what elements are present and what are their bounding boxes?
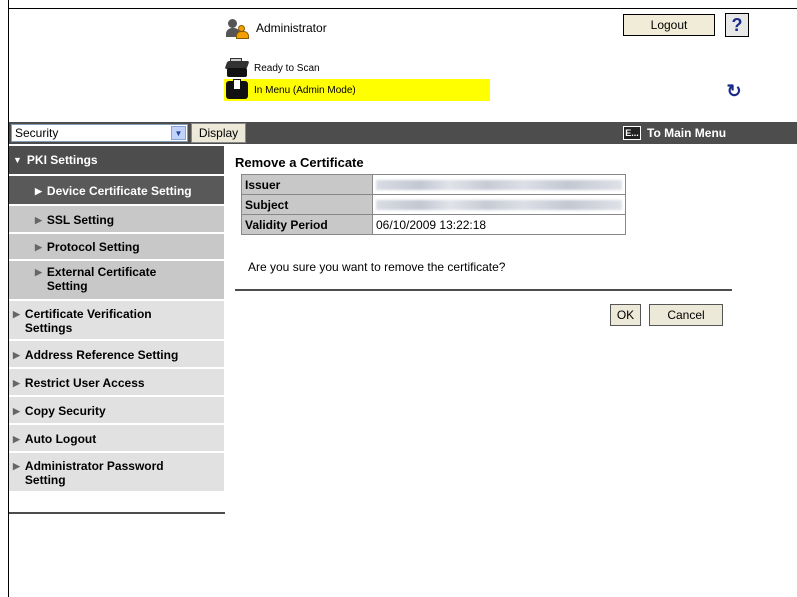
administrator-icon: [226, 17, 250, 39]
cancel-button[interactable]: Cancel: [649, 304, 723, 326]
sidebar-item-label: Auto Logout: [24, 432, 97, 446]
sidebar-item-protocol-setting[interactable]: ▶ Protocol Setting: [9, 234, 224, 261]
main-menu-icon: E...: [623, 126, 641, 140]
sidebar-item-label: External Certificate Setting: [46, 265, 157, 293]
chevron-down-icon[interactable]: ▼: [171, 126, 186, 140]
category-select[interactable]: Security ▼: [11, 124, 188, 142]
redacted-text: [376, 200, 622, 211]
sidebar-item-administrator-password-setting[interactable]: ▶ Administrator Password Setting: [9, 453, 224, 493]
triangle-right-icon: ▶: [13, 350, 20, 360]
sidebar-item-device-certificate-setting[interactable]: ▶ Device Certificate Setting: [9, 176, 224, 206]
sidebar-item-restrict-user-access[interactable]: ▶ Restrict User Access: [9, 369, 224, 397]
triangle-right-icon: ▶: [13, 406, 20, 416]
machine-menu-icon: [224, 79, 250, 101]
sidebar-item-certificate-verification-settings[interactable]: ▶ Certificate Verification Settings: [9, 301, 224, 341]
page-title: Remove a Certificate: [235, 155, 364, 170]
logout-button[interactable]: Logout: [623, 14, 715, 36]
sidebar-item-label: PKI Settings: [26, 153, 98, 167]
frame-top-border: [8, 8, 797, 9]
sidebar-item-label: Protocol Setting: [46, 240, 140, 254]
status-ready-text: Ready to Scan: [254, 62, 320, 74]
sidebar-item-label: Certificate Verification Settings: [24, 307, 152, 335]
sidebar-item-label: Address Reference Setting: [24, 348, 179, 362]
subject-value: [372, 194, 626, 215]
sidebar-divider: [9, 512, 225, 514]
user-label: Administrator: [256, 21, 327, 35]
sidebar-item-label: Copy Security: [24, 404, 106, 418]
triangle-right-icon: ▶: [13, 378, 20, 388]
issuer-label: Issuer: [241, 174, 373, 195]
ok-button[interactable]: OK: [610, 304, 641, 326]
sidebar-item-copy-security[interactable]: ▶ Copy Security: [9, 397, 224, 425]
table-row: Issuer: [241, 174, 626, 195]
sidebar-item-label: Device Certificate Setting: [46, 184, 192, 198]
scanner-ready-icon: [224, 57, 250, 79]
display-button[interactable]: Display: [191, 123, 246, 143]
sidebar-item-label: Restrict User Access: [24, 376, 145, 390]
sidebar-item-pki-settings[interactable]: ▼ PKI Settings: [9, 146, 224, 176]
user-info: Administrator: [226, 16, 327, 40]
status-menu: In Menu (Admin Mode): [224, 79, 490, 101]
sidebar: ▼ PKI Settings ▶ Device Certificate Sett…: [9, 146, 224, 493]
to-main-menu-link[interactable]: E... To Main Menu: [623, 123, 726, 143]
triangle-right-icon: ▶: [13, 434, 20, 444]
table-row: Validity Period 06/10/2009 13:22:18: [241, 214, 626, 235]
triangle-right-icon: ▶: [13, 309, 20, 319]
validity-period-value: 06/10/2009 13:22:18: [372, 214, 626, 235]
sidebar-item-auto-logout[interactable]: ▶ Auto Logout: [9, 425, 224, 453]
issuer-value: [372, 174, 626, 195]
content-divider: [235, 289, 732, 291]
triangle-right-icon: ▶: [35, 242, 42, 252]
confirmation-question: Are you sure you want to remove the cert…: [248, 260, 506, 274]
triangle-down-icon: ▼: [13, 155, 22, 165]
subject-label: Subject: [241, 194, 373, 215]
triangle-right-icon: ▶: [35, 186, 42, 196]
triangle-right-icon: ▶: [35, 267, 42, 277]
sidebar-item-label: Administrator Password Setting: [24, 459, 164, 487]
category-select-value: Security: [15, 126, 59, 140]
triangle-right-icon: ▶: [13, 461, 20, 471]
triangle-right-icon: ▶: [35, 215, 42, 225]
sidebar-item-external-certificate-setting[interactable]: ▶ External Certificate Setting: [9, 261, 224, 301]
certificate-info-table: Issuer Subject Validity Period 06/10/200…: [241, 174, 626, 235]
validity-period-label: Validity Period: [241, 214, 373, 235]
help-icon[interactable]: ?: [725, 13, 749, 37]
to-main-menu-label: To Main Menu: [647, 126, 727, 140]
sidebar-item-address-reference-setting[interactable]: ▶ Address Reference Setting: [9, 341, 224, 369]
sidebar-item-label: SSL Setting: [46, 213, 115, 227]
refresh-icon[interactable]: ↻: [725, 81, 743, 101]
redacted-text: [376, 180, 622, 191]
sidebar-item-ssl-setting[interactable]: ▶ SSL Setting: [9, 206, 224, 234]
status-ready: Ready to Scan: [224, 56, 320, 80]
table-row: Subject: [241, 194, 626, 215]
status-menu-text: In Menu (Admin Mode): [254, 84, 356, 96]
